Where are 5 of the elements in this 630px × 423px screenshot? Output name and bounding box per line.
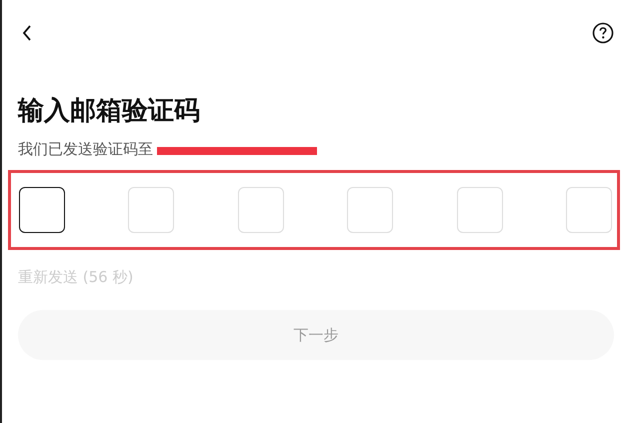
back-icon[interactable]	[22, 25, 32, 41]
subtitle: 我们已发送验证码至	[18, 140, 153, 158]
help-icon[interactable]	[592, 22, 614, 44]
code-input-box[interactable]	[19, 187, 65, 233]
page-title: 输入邮箱验证码	[18, 95, 201, 128]
